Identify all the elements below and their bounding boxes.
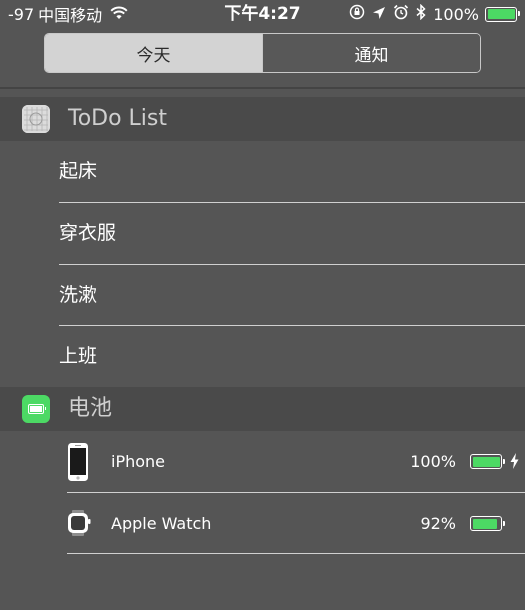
battery-device-row: iPhone 100% bbox=[0, 431, 525, 492]
notification-center: -97 中国移动 下午4:27 100% 今天 通知 ToDo List 起床 … bbox=[0, 0, 525, 610]
todo-item[interactable]: 起床 bbox=[0, 141, 525, 202]
bluetooth-icon bbox=[416, 3, 426, 24]
battery-device-row: Apple Watch 92% bbox=[0, 493, 525, 554]
device-name: Apple Watch bbox=[111, 514, 212, 533]
divider bbox=[0, 87, 525, 89]
tab-today[interactable]: 今天 bbox=[45, 34, 262, 72]
todo-item[interactable]: 穿衣服 bbox=[0, 203, 525, 264]
todo-widget-header[interactable]: ToDo List bbox=[0, 97, 525, 141]
todo-widget-title: ToDo List bbox=[68, 106, 168, 131]
iphone-icon bbox=[67, 442, 89, 486]
todo-item-label: 洗漱 bbox=[59, 284, 98, 306]
alarm-icon bbox=[393, 4, 409, 24]
status-battery-fill bbox=[487, 9, 515, 19]
location-arrow-icon bbox=[372, 5, 386, 24]
charging-bolt-icon bbox=[510, 453, 519, 473]
battery-app-icon bbox=[22, 395, 50, 423]
status-bar-right: 100% bbox=[349, 3, 520, 25]
todo-list-icon bbox=[22, 105, 50, 133]
device-battery-fill bbox=[472, 456, 500, 467]
device-battery-icon bbox=[470, 516, 505, 531]
status-battery-percent: 100% bbox=[433, 4, 479, 24]
tab-notifications[interactable]: 通知 bbox=[262, 34, 480, 72]
apple-watch-icon bbox=[66, 510, 92, 540]
segmented-control: 今天 通知 bbox=[44, 33, 481, 73]
device-battery-fill bbox=[472, 518, 498, 529]
status-bar: -97 中国移动 下午4:27 100% bbox=[0, 0, 525, 28]
row-divider bbox=[67, 553, 525, 554]
todo-item-label: 上班 bbox=[59, 345, 98, 367]
orientation-lock-icon bbox=[349, 4, 365, 24]
battery-widget-title: 电池 bbox=[68, 396, 113, 421]
todo-item[interactable]: 上班 bbox=[0, 326, 525, 387]
battery-icon bbox=[485, 6, 520, 22]
todo-item-label: 穿衣服 bbox=[59, 222, 117, 244]
battery-widget-header[interactable]: 电池 bbox=[0, 387, 525, 431]
device-battery-percent: 100% bbox=[410, 452, 456, 471]
device-battery-icon bbox=[470, 454, 505, 469]
device-battery-percent: 92% bbox=[420, 514, 456, 533]
device-name: iPhone bbox=[111, 452, 166, 471]
todo-item[interactable]: 洗漱 bbox=[0, 265, 525, 326]
todo-item-label: 起床 bbox=[59, 160, 98, 182]
